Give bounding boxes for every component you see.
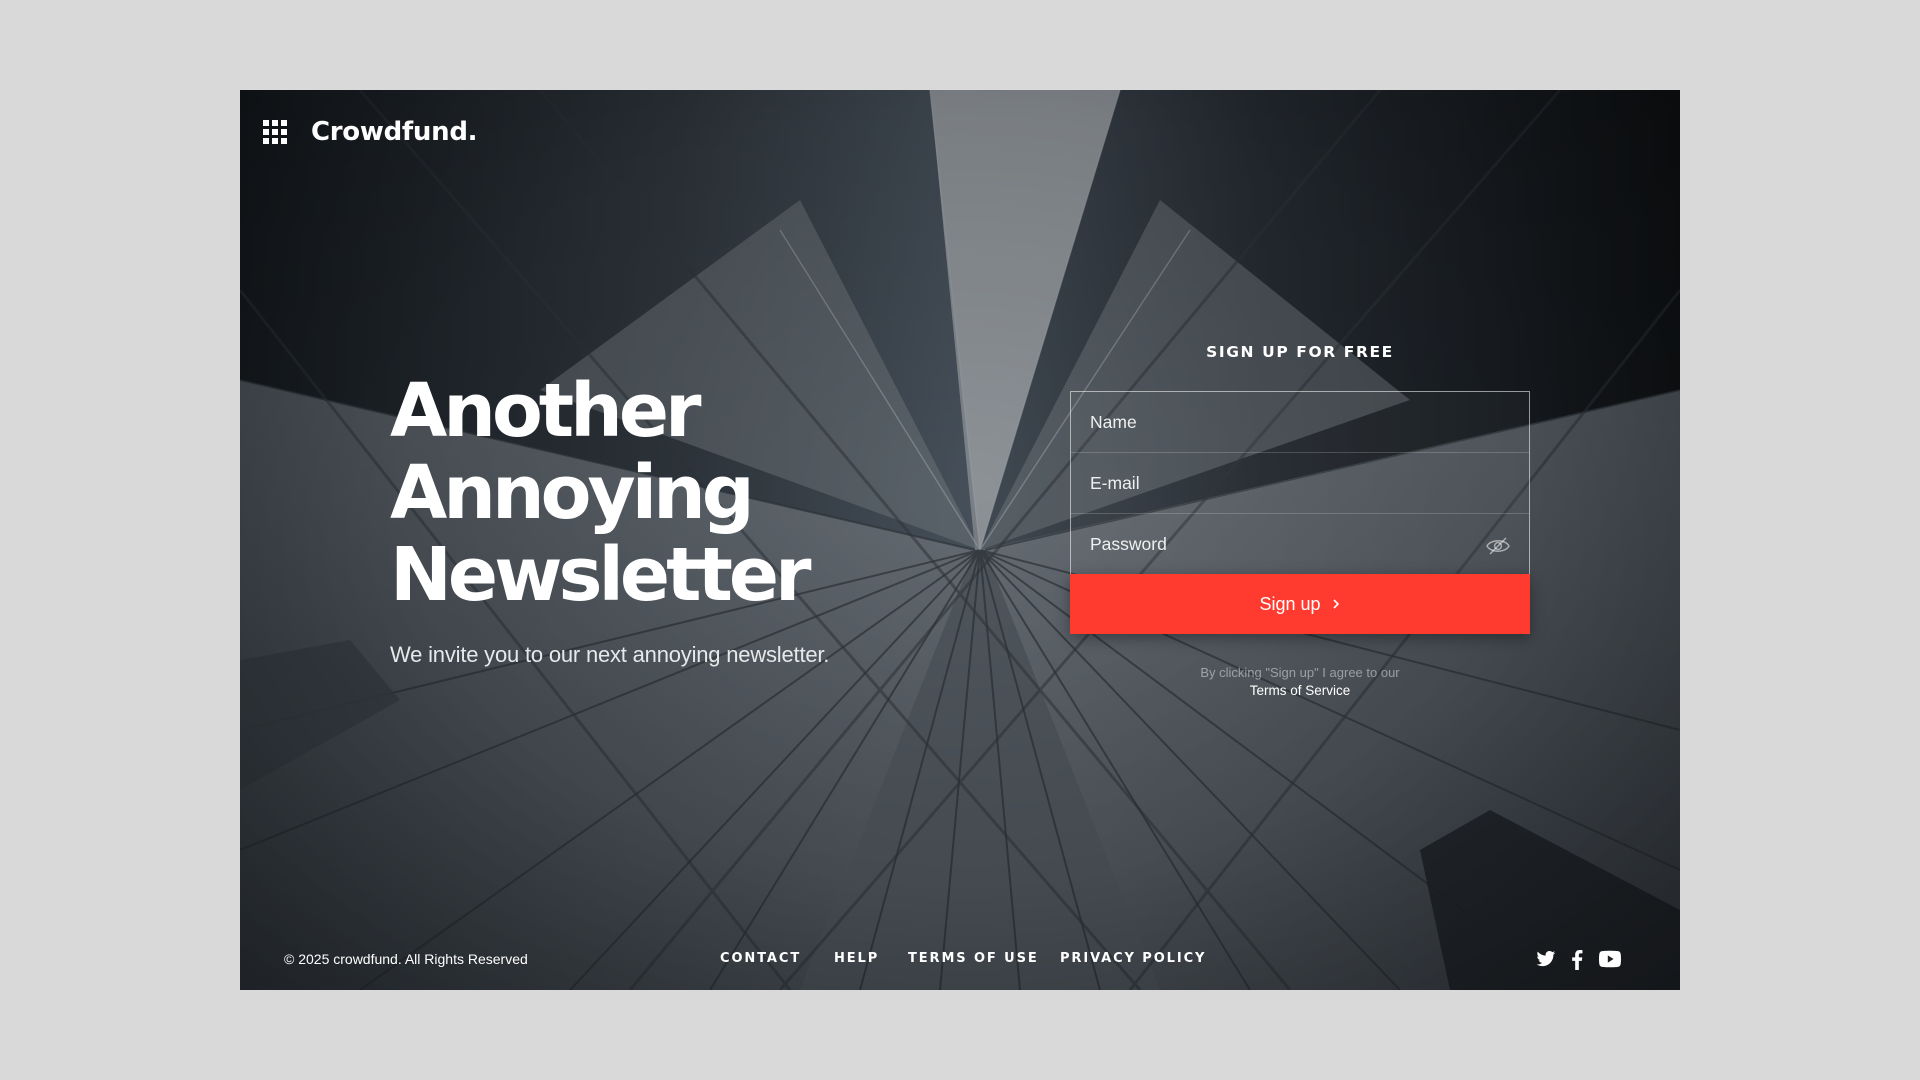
grid-icon[interactable] bbox=[263, 120, 287, 144]
terms-notice: By clicking "Sign up" I agree to our Ter… bbox=[1070, 664, 1530, 700]
top-bar: Crowdfund. bbox=[263, 116, 478, 148]
hero-title-line: Annoying bbox=[390, 450, 755, 536]
footer-link-contact[interactable]: CONTACT bbox=[720, 951, 801, 966]
signup-fields bbox=[1070, 391, 1530, 574]
terms-notice-text: By clicking "Sign up" I agree to our bbox=[1200, 665, 1400, 680]
signup-button-label: Sign up bbox=[1259, 593, 1321, 614]
youtube-icon[interactable] bbox=[1599, 950, 1621, 968]
eye-off-icon[interactable] bbox=[1485, 534, 1511, 558]
password-input[interactable] bbox=[1071, 514, 1529, 574]
landing-page: Crowdfund. Another Annoying Newsletter W… bbox=[240, 90, 1680, 990]
facebook-icon[interactable] bbox=[1571, 950, 1583, 970]
name-field-wrapper bbox=[1071, 392, 1529, 453]
copyright-text: © 2025 crowdfund. All Rights Reserved bbox=[284, 951, 528, 967]
footer-link-privacy-policy[interactable]: PRIVACY POLICY bbox=[1060, 951, 1206, 966]
brand-logo[interactable]: Crowdfund. bbox=[311, 117, 478, 147]
signup-form: SIGN UP FOR FREE Sign up bbox=[1070, 343, 1530, 700]
hero-title-line: Newsletter bbox=[390, 532, 812, 618]
signup-heading: SIGN UP FOR FREE bbox=[1206, 343, 1394, 361]
hero-subtitle: We invite you to our next annoying newsl… bbox=[390, 642, 830, 667]
signup-button[interactable]: Sign up bbox=[1070, 574, 1530, 634]
hero-title: Another Annoying Newsletter bbox=[390, 370, 950, 616]
footer-link-terms-of-use[interactable]: TERMS OF USE bbox=[908, 951, 1039, 966]
hero-section: Another Annoying Newsletter We invite yo… bbox=[390, 370, 950, 668]
name-input[interactable] bbox=[1071, 392, 1529, 452]
twitter-icon[interactable] bbox=[1536, 950, 1556, 968]
chevron-right-icon bbox=[1332, 599, 1339, 609]
email-field-wrapper bbox=[1071, 453, 1529, 514]
password-field-wrapper bbox=[1071, 514, 1529, 574]
terms-of-service-link[interactable]: Terms of Service bbox=[1070, 682, 1530, 700]
email-input[interactable] bbox=[1071, 453, 1529, 513]
hero-title-line: Another bbox=[390, 368, 702, 454]
footer-link-help[interactable]: HELP bbox=[834, 951, 879, 966]
